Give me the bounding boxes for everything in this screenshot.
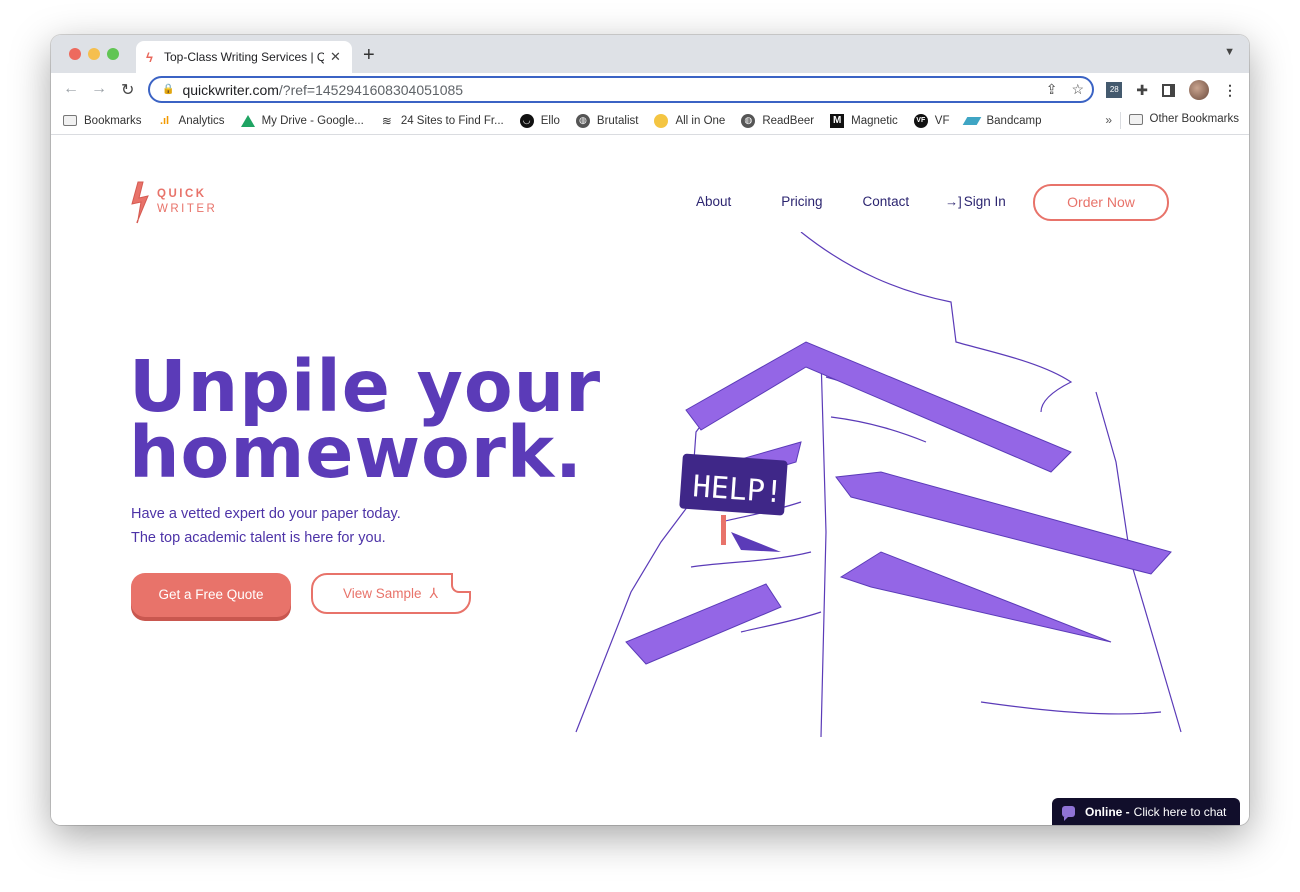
drive-icon [240,114,255,127]
bookmark-item[interactable]: ◍ ReadBeer [741,113,814,128]
sign-in-icon: →] [945,194,962,209]
pencil-bolt-icon [131,181,149,224]
bookmark-item[interactable]: VF VF [913,113,949,128]
bookmark-item[interactable]: M Magnetic [830,113,898,128]
profile-avatar[interactable] [1189,80,1209,100]
live-chat-button[interactable]: Online - Click here to chat [1052,798,1240,825]
flying-paper [800,232,1073,413]
share-icon[interactable]: ⇪ [1046,81,1058,98]
vf-icon: VF [913,113,928,128]
chat-status: Online - [1085,804,1130,819]
pdf-icon: ⅄ [429,585,439,601]
bookmark-item[interactable]: ◍ Brutalist [575,113,638,128]
side-panel-icon[interactable] [1162,83,1175,97]
bookmark-star-icon[interactable]: ☆ [1071,81,1084,98]
bookmark-item[interactable]: Bandcamp [963,114,1041,128]
folder-icon [63,115,77,126]
bookmark-item[interactable]: ◡ Ello [519,113,560,128]
homework-pile-illustration: HELP! [575,232,1182,738]
url-domain: quickwriter.com [182,81,279,98]
help-sign-text: HELP! [691,469,784,510]
globe-icon: ◍ [575,113,590,128]
chevron-down-icon[interactable]: ▼ [1224,46,1235,58]
hero-title: Unpile your homework. [129,345,602,494]
order-now-button[interactable]: Order Now [1033,184,1169,221]
nav-pricing[interactable]: Pricing [781,194,822,209]
folder-top [685,341,1072,473]
maximize-window-button[interactable] [107,48,119,60]
extensions-puzzle-icon[interactable]: ✚ [1136,82,1148,99]
back-button[interactable]: ← [63,80,79,98]
stack-icon: ≋ [381,113,392,128]
other-bookmarks[interactable]: Other Bookmarks [1128,113,1239,125]
view-sample-button[interactable]: View Sample ⅄ [311,573,471,614]
tab-title: Top-Class Writing Services | Q [164,50,324,64]
main-nav: About Pricing Contact →] Sign In [696,194,1006,209]
close-tab-icon[interactable]: ✕ [330,49,341,65]
globe-icon: ◍ [741,113,756,128]
nav-sign-in[interactable]: →] Sign In [945,194,1006,209]
help-sign: HELP! [679,453,788,552]
bookmarks-divider [1120,112,1121,129]
reload-button[interactable]: ↻ [121,80,134,100]
forward-button[interactable]: → [91,80,107,98]
browser-tab-active[interactable]: ϟ Top-Class Writing Services | Q ✕ [136,41,352,73]
bookmark-item[interactable]: ≋ 24 Sites to Find Fr... [380,114,504,128]
logo-line-writer: WRITER [157,203,218,215]
pile-center-edge [820,356,827,738]
new-tab-button[interactable]: + [363,44,375,67]
web-page: QUICK WRITER About Pricing Contact →] Si… [51,136,1249,825]
get-free-quote-button[interactable]: Get a Free Quote [131,573,291,617]
nav-contact[interactable]: Contact [863,194,910,209]
logo-line-quick: QUICK [157,188,207,200]
bookmark-item[interactable]: Bookmarks [63,115,142,127]
hero-subtitle: Have a vetted expert do your paper today… [131,506,401,546]
bookmark-item[interactable]: .ıl Analytics [158,114,225,128]
more-bookmarks-button[interactable]: » [1105,113,1112,127]
lock-icon: 🔒 [162,84,175,95]
folder-lower-right [839,551,1112,643]
folder-icon [1128,113,1143,125]
bolt-icon: ϟ [146,49,153,65]
browser-window: ϟ Top-Class Writing Services | Q ✕ + ▼ ←… [51,35,1249,825]
chat-cta: Click here to chat [1133,804,1227,819]
bandcamp-icon [963,114,982,128]
folder-lower-left [625,583,782,665]
bookmark-item[interactable]: All in One [654,113,725,128]
address-bar[interactable]: 🔒 quickwriter.com /?ref=1452941608304051… [148,76,1094,103]
ello-icon: ◡ [519,113,534,128]
bookmarks-bar: Bookmarks .ıl Analytics My Drive - Google… [51,107,1249,135]
nav-about[interactable]: About [696,194,731,209]
allinone-icon [654,113,669,128]
bookmark-item[interactable]: My Drive - Google... [240,114,364,127]
tab-strip: ϟ Top-Class Writing Services | Q ✕ + ▼ [51,35,1249,73]
calendar-extension-icon[interactable]: 28 [1106,82,1123,98]
browser-toolbar: ← → ↻ 🔒 quickwriter.com /?ref=1452941608… [51,73,1249,107]
url-path: /?ref=1452941608304051085 [278,81,464,98]
analytics-icon: .ıl [159,114,170,127]
page-fold-decoration [451,573,471,593]
close-window-button[interactable] [69,48,81,60]
site-logo[interactable]: QUICK WRITER [129,180,217,224]
magnetic-icon: M [830,113,845,128]
more-menu-icon[interactable]: ⋮ [1223,82,1237,99]
minimize-window-button[interactable] [88,48,100,60]
chat-bubble-icon [1062,806,1075,821]
